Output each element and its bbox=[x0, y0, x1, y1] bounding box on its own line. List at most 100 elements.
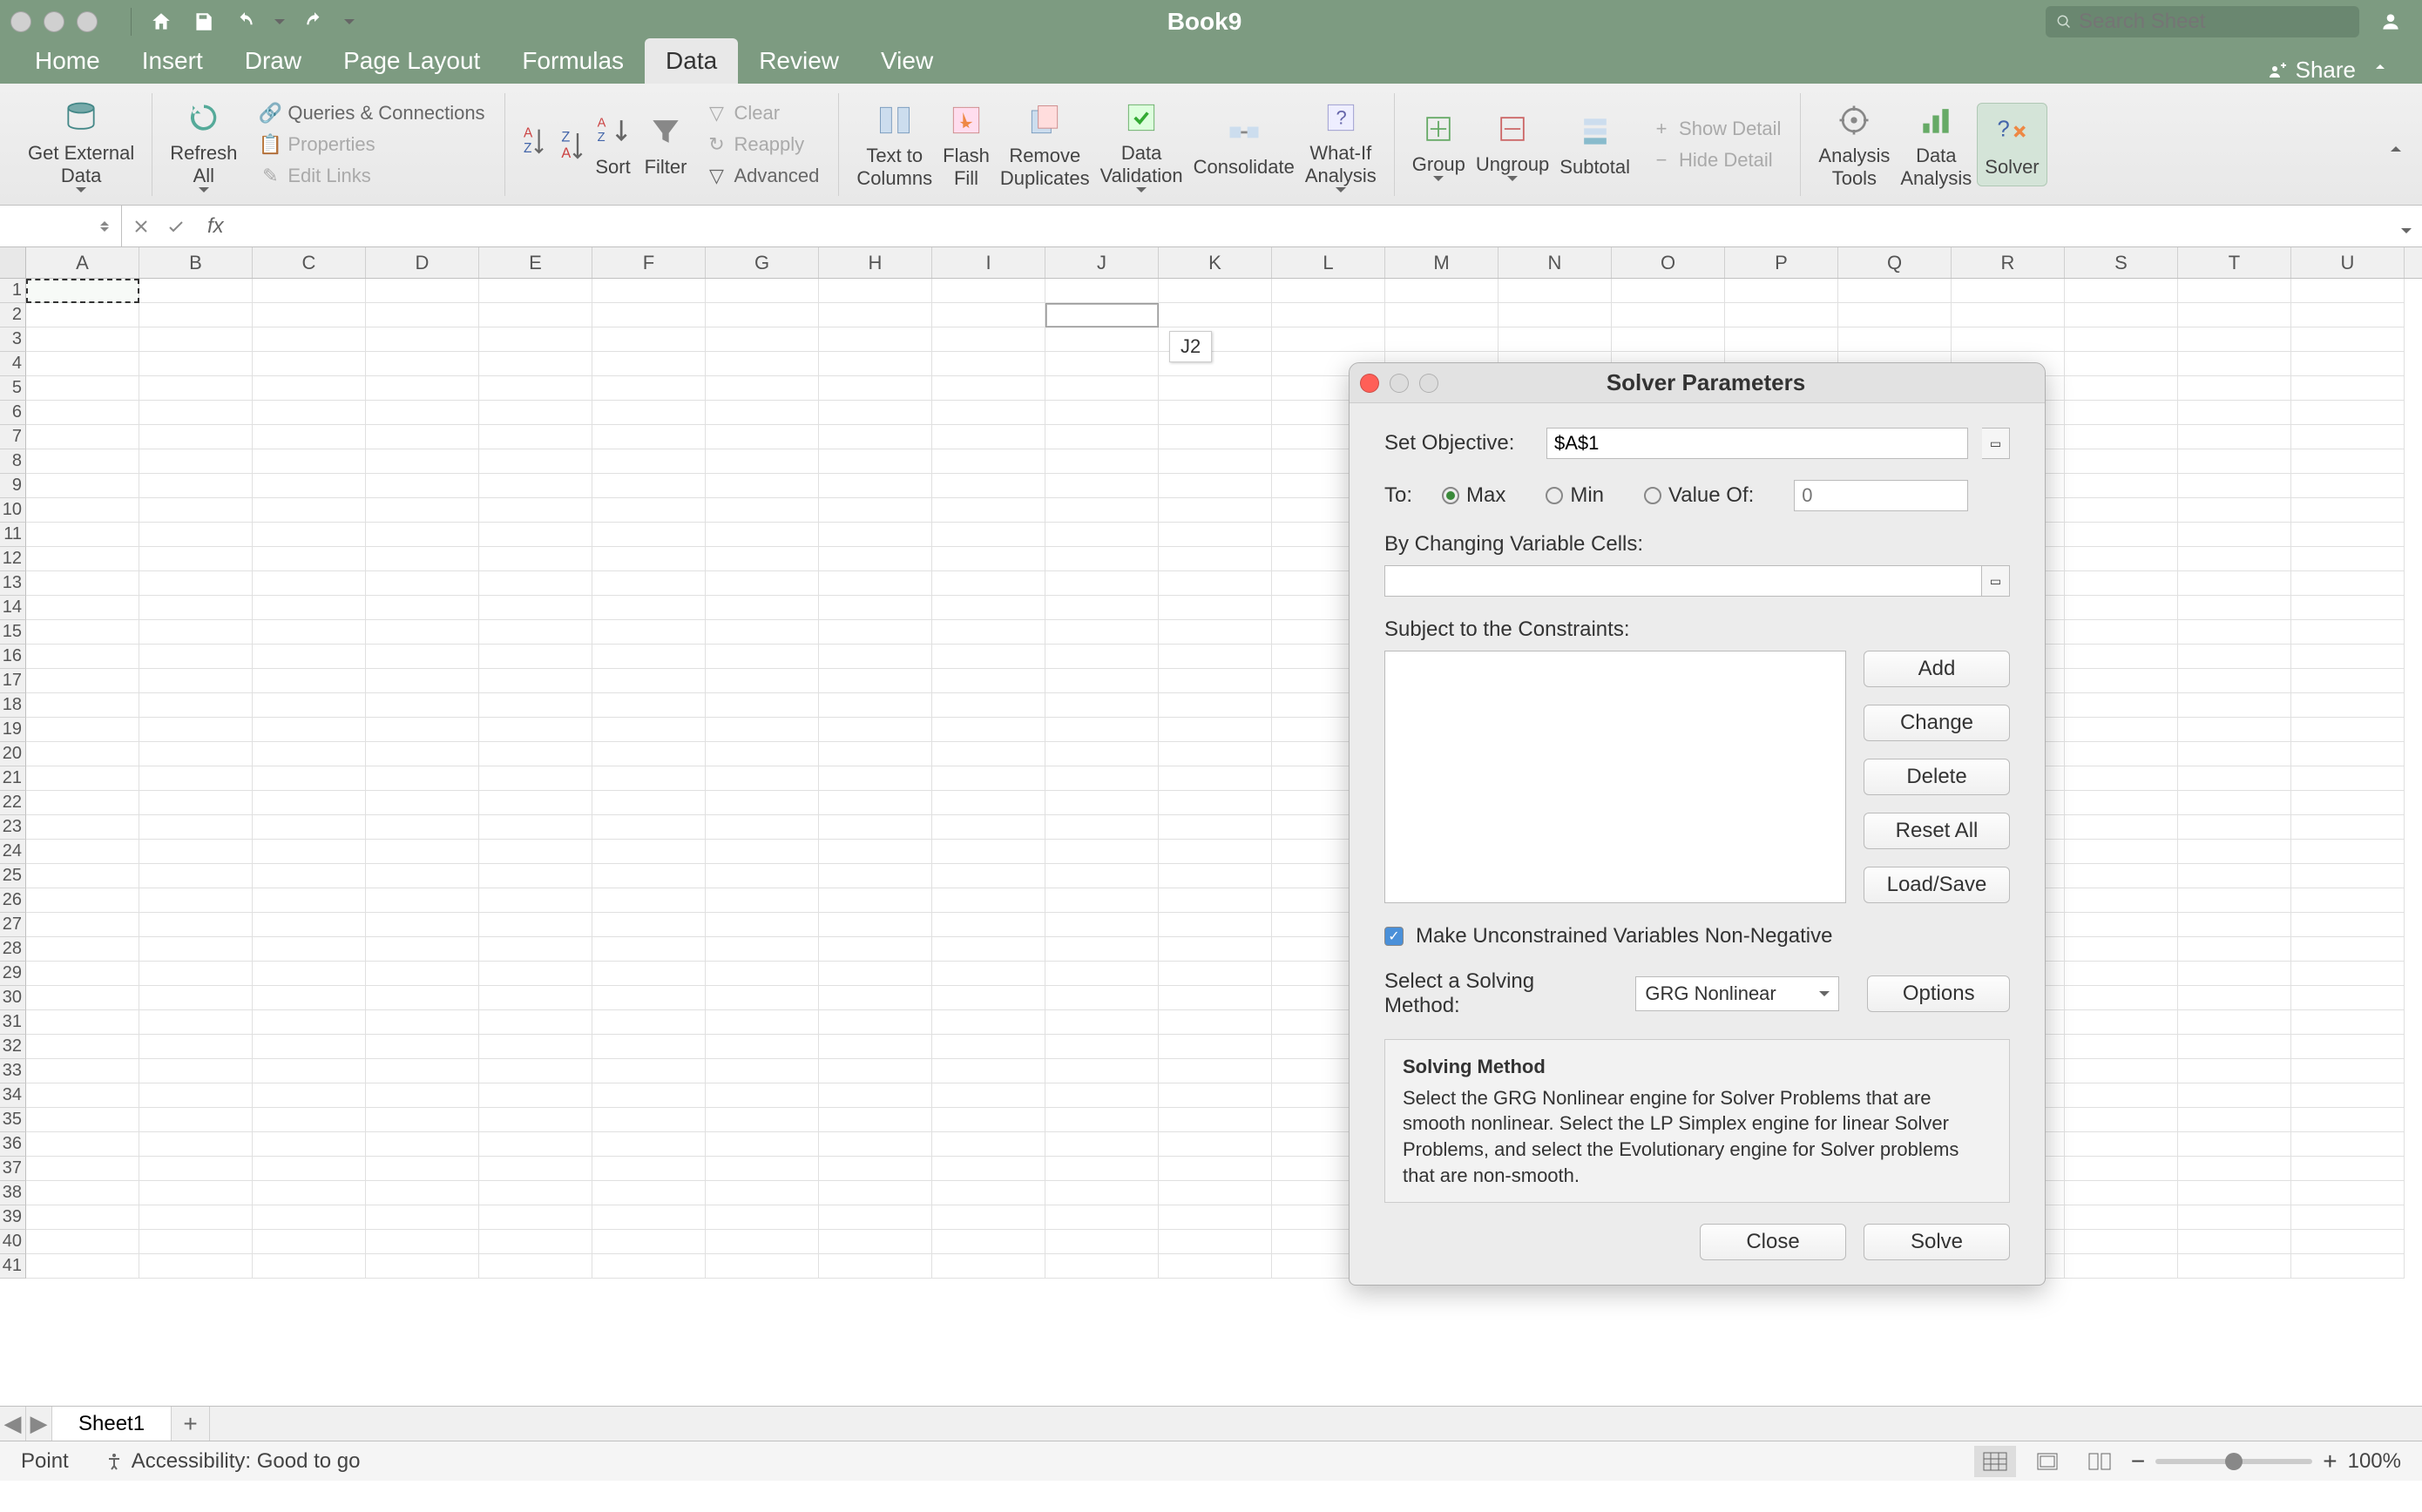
cell[interactable] bbox=[2178, 474, 2291, 498]
cell[interactable] bbox=[932, 1230, 1045, 1254]
cell[interactable] bbox=[2065, 913, 2178, 937]
tab-view[interactable]: View bbox=[860, 38, 954, 84]
cell[interactable] bbox=[932, 1157, 1045, 1181]
cell[interactable] bbox=[2291, 962, 2405, 986]
cell[interactable] bbox=[932, 669, 1045, 693]
cell[interactable] bbox=[1385, 279, 1499, 303]
cell[interactable] bbox=[2065, 986, 2178, 1010]
cell[interactable] bbox=[479, 401, 592, 425]
cell[interactable] bbox=[139, 693, 253, 718]
change-constraint-button[interactable]: Change bbox=[1864, 705, 2010, 741]
cell[interactable] bbox=[1045, 1205, 1159, 1230]
cell[interactable] bbox=[479, 937, 592, 962]
cell[interactable] bbox=[479, 425, 592, 449]
min-radio[interactable]: Min bbox=[1546, 483, 1604, 508]
cell[interactable] bbox=[932, 1181, 1045, 1205]
cell[interactable] bbox=[2065, 962, 2178, 986]
cell[interactable] bbox=[706, 1181, 819, 1205]
cell[interactable] bbox=[2291, 1230, 2405, 1254]
cell[interactable] bbox=[253, 693, 366, 718]
sort-za-button[interactable]: ZA bbox=[556, 127, 587, 162]
column-header-G[interactable]: G bbox=[706, 247, 819, 278]
cell[interactable] bbox=[366, 1181, 479, 1205]
cell[interactable] bbox=[139, 1083, 253, 1108]
cell[interactable] bbox=[2291, 791, 2405, 815]
cell[interactable] bbox=[1045, 766, 1159, 791]
cell[interactable] bbox=[1045, 1059, 1159, 1083]
cell[interactable] bbox=[592, 498, 706, 523]
cell[interactable] bbox=[706, 1083, 819, 1108]
solve-button[interactable]: Solve bbox=[1864, 1224, 2010, 1260]
cell[interactable] bbox=[2065, 1157, 2178, 1181]
cell[interactable] bbox=[366, 571, 479, 596]
cell[interactable] bbox=[706, 1254, 819, 1279]
row-header-6[interactable]: 6 bbox=[0, 401, 26, 425]
cell[interactable] bbox=[819, 1083, 932, 1108]
row-header-8[interactable]: 8 bbox=[0, 449, 26, 474]
cell[interactable] bbox=[932, 571, 1045, 596]
cell[interactable] bbox=[2065, 937, 2178, 962]
cell[interactable] bbox=[253, 401, 366, 425]
column-header-M[interactable]: M bbox=[1385, 247, 1499, 278]
row-header-5[interactable]: 5 bbox=[0, 376, 26, 401]
cell[interactable] bbox=[1045, 986, 1159, 1010]
cell[interactable] bbox=[2065, 571, 2178, 596]
delete-constraint-button[interactable]: Delete bbox=[1864, 759, 2010, 795]
cell[interactable] bbox=[2178, 620, 2291, 645]
cell[interactable] bbox=[932, 693, 1045, 718]
cell[interactable] bbox=[253, 498, 366, 523]
cell[interactable] bbox=[2178, 1132, 2291, 1157]
objective-range-picker[interactable]: ▭ bbox=[1982, 428, 2010, 459]
ungroup-button[interactable]: Ungroup bbox=[1471, 108, 1554, 181]
cell[interactable] bbox=[592, 547, 706, 571]
cell[interactable] bbox=[1952, 303, 2065, 327]
cell[interactable] bbox=[1159, 620, 1272, 645]
cell[interactable] bbox=[706, 401, 819, 425]
cell[interactable] bbox=[139, 303, 253, 327]
row-header-18[interactable]: 18 bbox=[0, 693, 26, 718]
cell[interactable] bbox=[2065, 303, 2178, 327]
cell[interactable] bbox=[366, 937, 479, 962]
cell[interactable] bbox=[2291, 986, 2405, 1010]
cell[interactable] bbox=[2065, 498, 2178, 523]
row-header-38[interactable]: 38 bbox=[0, 1181, 26, 1205]
row-header-32[interactable]: 32 bbox=[0, 1035, 26, 1059]
cell[interactable] bbox=[366, 1254, 479, 1279]
cell[interactable] bbox=[819, 1059, 932, 1083]
cell[interactable] bbox=[1045, 718, 1159, 742]
cell[interactable] bbox=[1045, 498, 1159, 523]
cell[interactable] bbox=[2065, 376, 2178, 401]
cell[interactable] bbox=[706, 1132, 819, 1157]
cell[interactable] bbox=[253, 1132, 366, 1157]
cell[interactable] bbox=[2065, 596, 2178, 620]
load-save-button[interactable]: Load/Save bbox=[1864, 867, 2010, 903]
cell[interactable] bbox=[26, 327, 139, 352]
cell[interactable] bbox=[366, 547, 479, 571]
remove-duplicates-button[interactable]: Remove Duplicates bbox=[995, 99, 1095, 190]
row-header-15[interactable]: 15 bbox=[0, 620, 26, 645]
cell[interactable] bbox=[1725, 303, 1838, 327]
cell[interactable] bbox=[1045, 1108, 1159, 1132]
cell[interactable] bbox=[2178, 1181, 2291, 1205]
cell[interactable] bbox=[366, 352, 479, 376]
cell[interactable] bbox=[139, 425, 253, 449]
tab-home[interactable]: Home bbox=[14, 38, 121, 84]
cell[interactable] bbox=[2065, 864, 2178, 888]
cell[interactable] bbox=[1159, 1059, 1272, 1083]
enter-icon[interactable] bbox=[166, 216, 186, 237]
cell[interactable] bbox=[26, 1230, 139, 1254]
cell[interactable] bbox=[1159, 1254, 1272, 1279]
cell[interactable] bbox=[26, 449, 139, 474]
cell[interactable] bbox=[2065, 1254, 2178, 1279]
search-input[interactable] bbox=[2079, 10, 2349, 34]
cell[interactable] bbox=[706, 864, 819, 888]
refresh-all-button[interactable]: Refresh All bbox=[165, 97, 242, 192]
cell[interactable] bbox=[2291, 547, 2405, 571]
cell[interactable] bbox=[819, 864, 932, 888]
row-header-10[interactable]: 10 bbox=[0, 498, 26, 523]
cell[interactable] bbox=[366, 791, 479, 815]
cell[interactable] bbox=[1159, 718, 1272, 742]
cell[interactable] bbox=[253, 815, 366, 840]
cell[interactable] bbox=[592, 1157, 706, 1181]
tab-page-layout[interactable]: Page Layout bbox=[322, 38, 501, 84]
